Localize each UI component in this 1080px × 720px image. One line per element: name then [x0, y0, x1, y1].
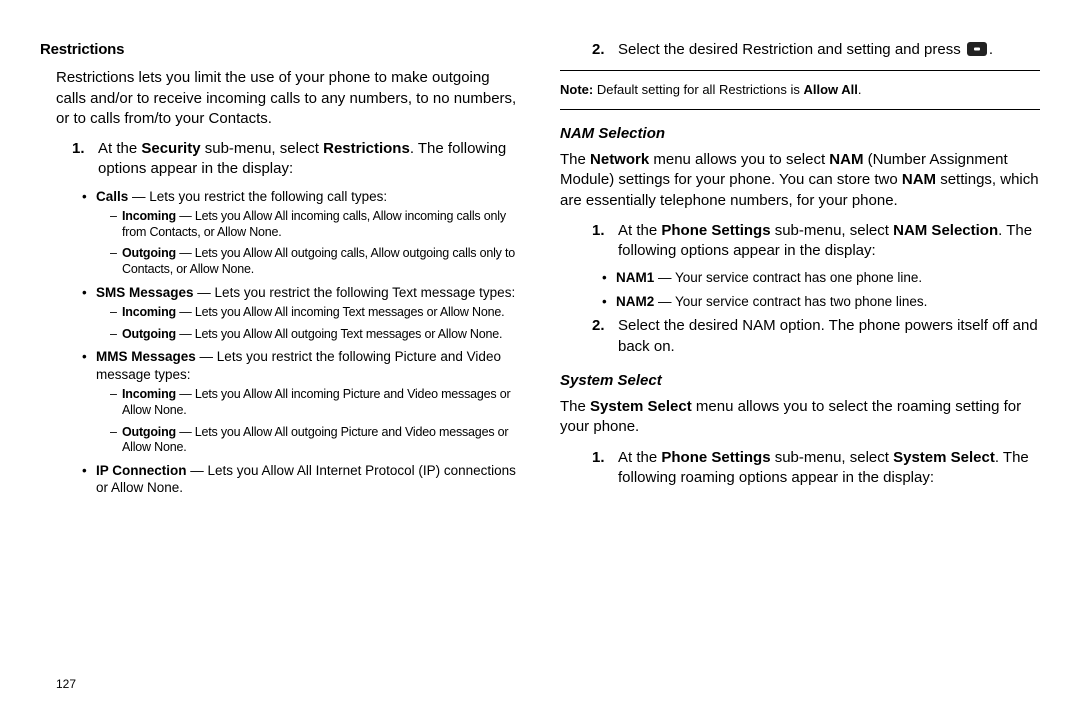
restriction-categories: Calls — Lets you restrict the following … — [82, 188, 520, 498]
system-select-intro: The System Select menu allows you to sel… — [560, 397, 1040, 438]
nam-option-1: NAM1 — Your service contract has one pho… — [602, 269, 1040, 287]
step-text: Select the desired Restriction and setti… — [618, 41, 993, 58]
heading-system-select: System Select — [560, 371, 1040, 391]
step-number: 1. — [72, 139, 85, 159]
restrictions-note: Note: Default setting for all Restrictio… — [560, 81, 1040, 99]
calls-subitems: Incoming — Lets you Allow All incoming c… — [110, 209, 520, 278]
heading-nam-selection: NAM Selection — [560, 124, 1040, 144]
step-number: 2. — [592, 40, 605, 60]
category-mms: MMS Messages — Lets you restrict the fol… — [82, 348, 520, 456]
nam-steps-cont: 2. Select the desired NAM option. The ph… — [592, 316, 1040, 357]
calls-outgoing: Outgoing — Lets you Allow All outgoing c… — [110, 246, 520, 277]
divider — [560, 70, 1040, 71]
divider — [560, 109, 1040, 110]
step-text: At the Security sub-menu, select Restric… — [98, 140, 506, 177]
step-text: At the Phone Settings sub-menu, select N… — [618, 222, 1032, 259]
mms-subitems: Incoming — Lets you Allow All incoming P… — [110, 387, 520, 456]
system-select-steps: 1. At the Phone Settings sub-menu, selec… — [592, 448, 1040, 489]
calls-incoming: Incoming — Lets you Allow All incoming c… — [110, 209, 520, 240]
category-calls: Calls — Lets you restrict the following … — [82, 188, 520, 278]
right-column: 2. Select the desired Restriction and se… — [540, 40, 1040, 700]
nam-intro: The Network menu allows you to select NA… — [560, 150, 1040, 211]
ok-button-icon — [967, 42, 987, 56]
step-text: At the Phone Settings sub-menu, select S… — [618, 449, 1029, 486]
nam-step-2: 2. Select the desired NAM option. The ph… — [592, 316, 1040, 357]
restrictions-steps: 1. At the Security sub-menu, select Rest… — [72, 139, 520, 180]
step-number: 1. — [592, 448, 605, 468]
step-number: 2. — [592, 316, 605, 336]
manual-page: Restrictions Restrictions lets you limit… — [0, 0, 1080, 720]
category-ip: IP Connection — Lets you Allow All Inter… — [82, 462, 520, 497]
system-select-step-1: 1. At the Phone Settings sub-menu, selec… — [592, 448, 1040, 489]
mms-incoming: Incoming — Lets you Allow All incoming P… — [110, 387, 520, 418]
nam-option-2: NAM2 — Your service contract has two pho… — [602, 293, 1040, 311]
nam-step-1: 1. At the Phone Settings sub-menu, selec… — [592, 221, 1040, 262]
step-number: 1. — [592, 221, 605, 241]
heading-restrictions: Restrictions — [40, 40, 520, 60]
sms-incoming: Incoming — Lets you Allow All incoming T… — [110, 305, 520, 321]
page-number: 127 — [56, 676, 76, 692]
left-column: Restrictions Restrictions lets you limit… — [40, 40, 540, 700]
restrictions-step-2: 2. Select the desired Restriction and se… — [592, 40, 1040, 60]
restrictions-steps-cont: 2. Select the desired Restriction and se… — [592, 40, 1040, 60]
restrictions-step-1: 1. At the Security sub-menu, select Rest… — [72, 139, 520, 180]
step-text: Select the desired NAM option. The phone… — [618, 317, 1038, 354]
sms-outgoing: Outgoing — Lets you Allow All outgoing T… — [110, 327, 520, 343]
mms-outgoing: Outgoing — Lets you Allow All outgoing P… — [110, 425, 520, 456]
category-sms: SMS Messages — Lets you restrict the fol… — [82, 284, 520, 343]
nam-steps: 1. At the Phone Settings sub-menu, selec… — [592, 221, 1040, 262]
nam-options: NAM1 — Your service contract has one pho… — [602, 269, 1040, 310]
sms-subitems: Incoming — Lets you Allow All incoming T… — [110, 305, 520, 342]
restrictions-intro: Restrictions lets you limit the use of y… — [56, 68, 520, 129]
